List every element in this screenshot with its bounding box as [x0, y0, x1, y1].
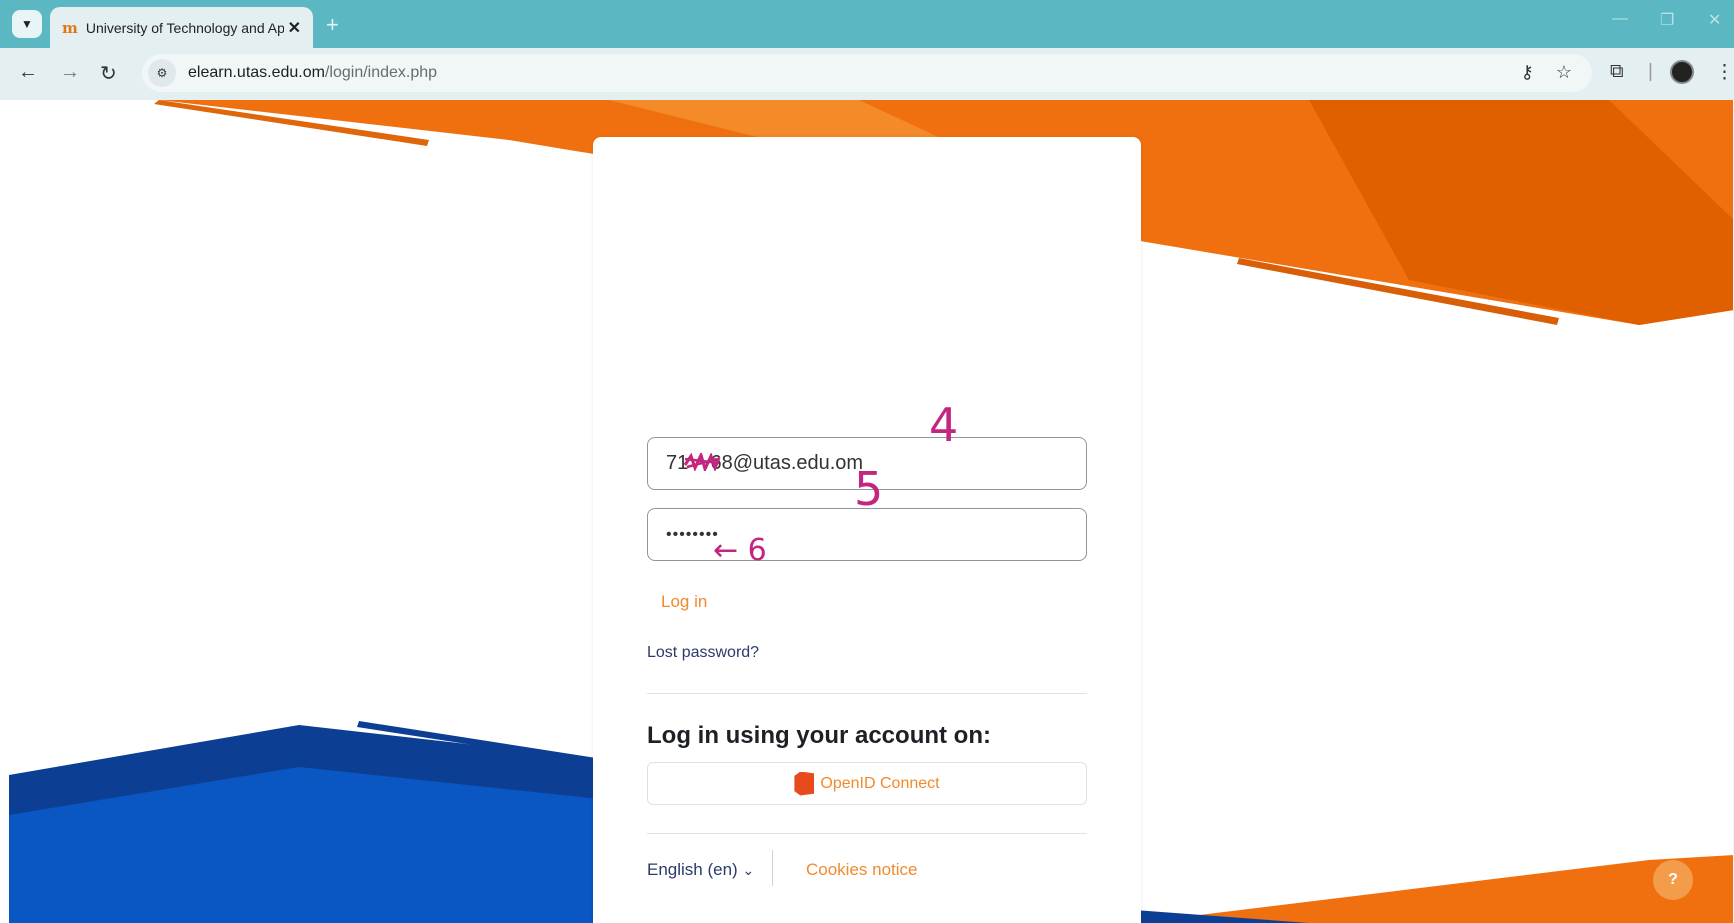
minimize-button[interactable]: —: [1612, 10, 1628, 28]
language-label: English (en): [647, 860, 738, 879]
site-info-icon[interactable]: ⚙: [148, 59, 176, 87]
redaction-scribble: [683, 453, 721, 471]
annotation-5: 5: [854, 462, 884, 516]
tab-close-icon[interactable]: ✕: [288, 18, 301, 38]
browser-toolbar: ← → ↻ ⚙ elearn.utas.edu.om/login/index.p…: [0, 48, 1734, 100]
cookies-notice-link[interactable]: Cookies notice: [806, 860, 918, 880]
back-arrow-icon[interactable]: ←: [18, 61, 38, 84]
login-card: 71 68@utas.edu.om •••••••• Log in Lost p…: [593, 137, 1141, 923]
footer-separator: [772, 850, 773, 886]
password-key-icon[interactable]: ⚷: [1521, 62, 1534, 83]
login-button[interactable]: Log in: [661, 592, 707, 612]
password-value: ••••••••: [666, 525, 719, 543]
new-tab-button[interactable]: +: [326, 12, 339, 38]
browser-menu-icon[interactable]: ⋮: [1715, 61, 1734, 84]
window-close-button[interactable]: ✕: [1708, 10, 1721, 30]
tab-search-button[interactable]: ▼: [12, 10, 42, 38]
url-host: elearn.utas.edu.om: [188, 64, 325, 81]
extensions-puzzle-icon[interactable]: ⧉: [1610, 61, 1624, 83]
divider: [647, 693, 1087, 694]
openid-connect-button[interactable]: OpenID Connect: [647, 762, 1087, 805]
annotation-6: ← 6: [713, 533, 767, 568]
tab-strip: ▼ m University of Technology and Applied…: [0, 0, 1734, 48]
openid-connect-label: OpenID Connect: [820, 774, 940, 792]
lost-password-link[interactable]: Lost password?: [647, 644, 759, 662]
annotation-4: 4: [929, 398, 959, 452]
reload-icon[interactable]: ↻: [100, 61, 117, 86]
bookmark-star-icon[interactable]: ☆: [1556, 62, 1572, 83]
divider: [647, 833, 1087, 834]
help-button[interactable]: ?: [1653, 860, 1693, 900]
login-page: 71 68@utas.edu.om •••••••• Log in Lost p…: [9, 100, 1734, 923]
toolbar-divider: |: [1648, 61, 1653, 82]
browser-chrome: ▼ m University of Technology and Applied…: [0, 0, 1734, 100]
orange-band-bottom: [1134, 855, 1734, 923]
language-selector[interactable]: English (en) ⌄: [647, 860, 754, 880]
chevron-down-icon: ▼: [21, 17, 33, 31]
tab-active[interactable]: m University of Technology and Applied S…: [50, 7, 313, 48]
address-bar[interactable]: ⚙ elearn.utas.edu.om/login/index.php ⚷ ☆: [142, 54, 1592, 92]
tab-title: University of Technology and Applied Sci…: [85, 19, 284, 36]
office-icon: [794, 771, 815, 796]
url-path: /login/index.php: [324, 64, 438, 81]
sso-heading: Log in using your account on:: [647, 722, 991, 749]
moodle-favicon-icon: m: [62, 18, 78, 37]
forward-arrow-icon[interactable]: →: [60, 61, 80, 84]
chevron-down-icon: ⌄: [742, 862, 755, 878]
restore-button[interactable]: ❐: [1660, 10, 1674, 30]
profile-avatar[interactable]: [1670, 60, 1694, 84]
